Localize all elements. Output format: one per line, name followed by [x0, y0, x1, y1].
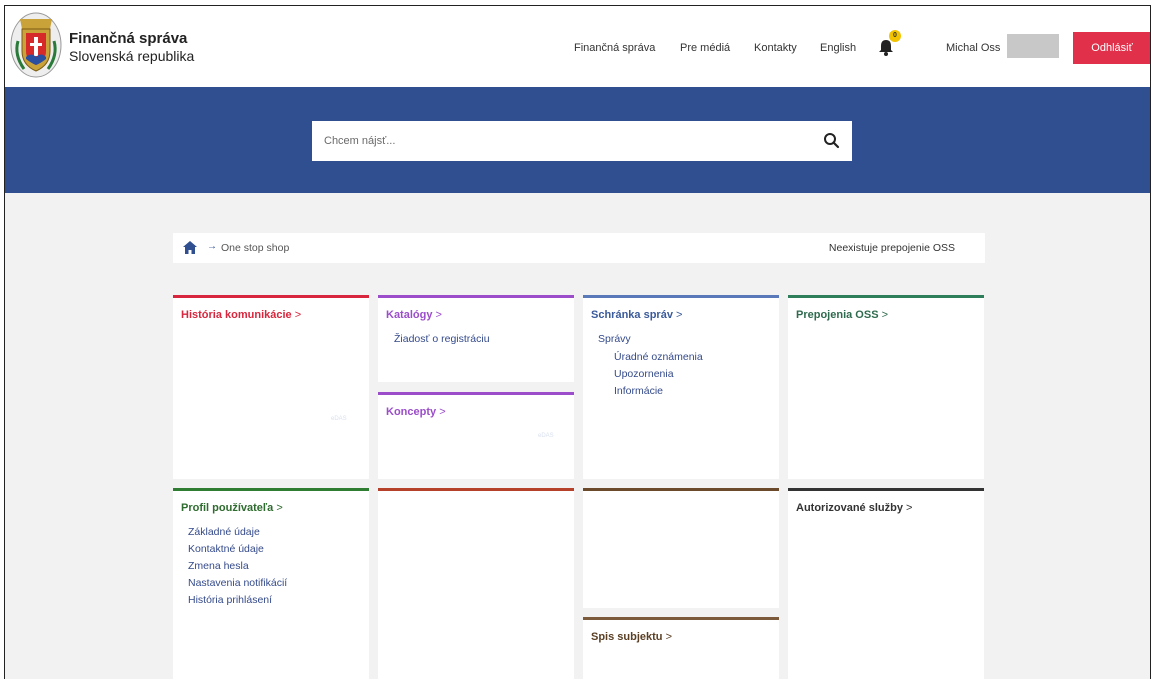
tile-title-text: Schránka správ	[591, 309, 673, 321]
tile-autorizovane-sluzby: Autorizované služby >	[788, 488, 984, 679]
tile-title-koncepty[interactable]: Koncepty >	[386, 406, 446, 418]
tile-spis-subjektu: Spis subjektu >	[583, 617, 779, 679]
link-spravy[interactable]: Správy	[598, 333, 631, 345]
search-icon[interactable]	[823, 132, 840, 149]
tile-title-text: Koncepty	[386, 406, 437, 418]
site-header: Finančná správa Slovenská republika Fina…	[5, 6, 1150, 87]
chevron-right-icon: >	[294, 309, 302, 321]
tile-title-text: História komunikácie	[181, 309, 292, 321]
tile-empty	[583, 488, 779, 608]
faint-label: eDAS	[331, 416, 347, 422]
tile-title-text: Profil používateľa	[181, 502, 274, 514]
link-uradne-oznamenia[interactable]: Úradné oznámenia	[614, 351, 703, 363]
search-band	[5, 87, 1150, 193]
home-icon[interactable]	[183, 241, 197, 254]
link-nastavenia-notifikacii[interactable]: Nastavenia notifikácií	[188, 577, 287, 589]
tile-title-text: Spis subjektu	[591, 631, 663, 643]
tile-title-text: Autorizované služby	[796, 502, 903, 514]
chevron-right-icon: >	[435, 309, 442, 321]
brand-title: Finančná správa	[69, 30, 188, 47]
chevron-right-icon: >	[881, 309, 889, 321]
link-kontaktne-udaje[interactable]: Kontaktné údaje	[188, 543, 264, 555]
tile-title-text: Katalógy	[386, 309, 433, 321]
chevron-right-icon: >	[276, 502, 283, 514]
search-input[interactable]	[312, 121, 812, 161]
nav-link-kontakty[interactable]: Kontakty	[754, 42, 797, 54]
breadcrumb: → One stop shop Neexistuje prepojenie OS…	[173, 233, 985, 263]
tile-profil-pouzivatela: Profil používateľa > Základné údaje Kont…	[173, 488, 369, 679]
chevron-right-icon: >	[676, 309, 683, 321]
tile-title-historia-komunikacie[interactable]: História komunikácie >	[181, 309, 301, 321]
chevron-right-icon: >	[439, 406, 446, 418]
faint-label: eDAS	[538, 433, 554, 439]
link-zmena-hesla[interactable]: Zmena hesla	[188, 560, 249, 572]
logout-button[interactable]: Odhlásiť	[1073, 32, 1150, 64]
tile-historia-komunikacie: História komunikácie > eDAS	[173, 295, 369, 479]
tile-katalogy: Katalógy > Žiadosť o registráciu	[378, 295, 574, 382]
link-informacie[interactable]: Informácie	[614, 385, 663, 397]
coat-of-arms-logo[interactable]	[10, 11, 62, 78]
notification-badge: 0	[889, 30, 901, 42]
nav-link-english[interactable]: English	[820, 42, 856, 54]
oss-connection-status: Neexistuje prepojenie OSS	[828, 242, 955, 254]
user-name-redaction	[1007, 34, 1059, 58]
link-zakladne-udaje[interactable]: Základné údaje	[188, 526, 260, 538]
tile-title-autorizovane-sluzby[interactable]: Autorizované služby >	[796, 502, 912, 514]
link-historia-prihlaseni[interactable]: História prihlásení	[188, 594, 272, 606]
tile-schranka-sprav: Schránka správ > Správy Úradné oznámenia…	[583, 295, 779, 479]
nav-link-financna-sprava[interactable]: Finančná správa	[574, 42, 655, 54]
brand-subtitle: Slovenská republika	[69, 48, 195, 64]
user-name: Michal Oss	[946, 42, 1001, 54]
tile-title-text: Prepojenia OSS	[796, 309, 879, 321]
link-ziadost-o-registraciu[interactable]: Žiadosť o registráciu	[394, 333, 490, 345]
tile-prepojenia-oss: Prepojenia OSS >	[788, 295, 984, 479]
tile-title-profil-pouzivatela[interactable]: Profil používateľa >	[181, 502, 283, 514]
page-frame: Finančná správa Slovenská republika Fina…	[4, 5, 1151, 679]
chevron-right-icon: >	[665, 631, 673, 643]
tile-empty	[378, 488, 574, 679]
search-box	[312, 121, 852, 161]
nav-link-pre-media[interactable]: Pre médiá	[680, 42, 730, 54]
tile-title-prepojenia-oss[interactable]: Prepojenia OSS >	[796, 309, 888, 321]
breadcrumb-arrow-icon: →	[207, 241, 217, 252]
tile-koncepty: Koncepty > eDAS	[378, 392, 574, 479]
tile-title-katalogy[interactable]: Katalógy >	[386, 309, 442, 321]
breadcrumb-current: One stop shop	[221, 242, 290, 254]
tile-title-spis-subjektu[interactable]: Spis subjektu >	[591, 631, 672, 643]
chevron-right-icon: >	[906, 502, 913, 514]
link-upozornenia[interactable]: Upozornenia	[614, 368, 674, 380]
tile-title-schranka-sprav[interactable]: Schránka správ >	[591, 309, 682, 321]
